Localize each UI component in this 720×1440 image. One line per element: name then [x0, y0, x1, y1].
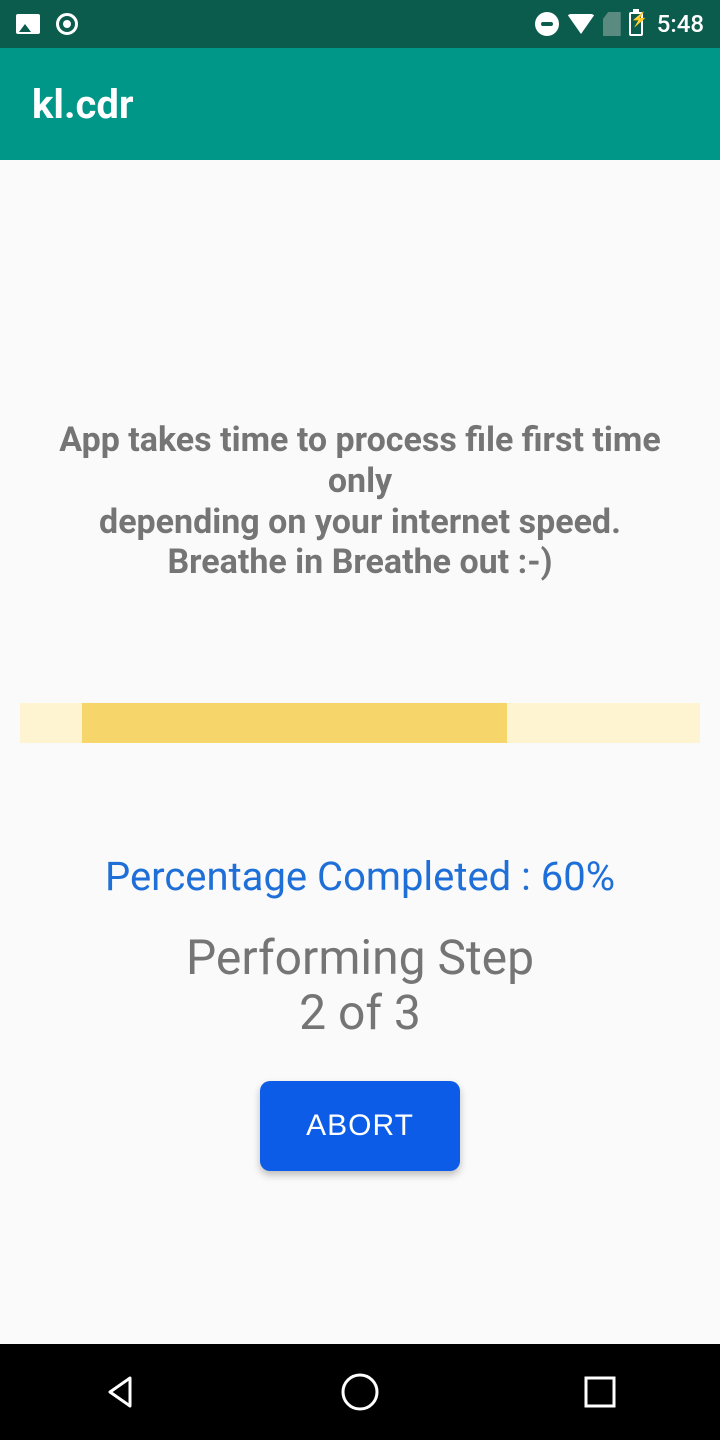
percentage-completed-label: Percentage Completed : 60%: [105, 853, 615, 900]
circle-icon: [56, 13, 78, 35]
battery-charging-icon: [629, 12, 643, 36]
step-line-1: Performing Step: [186, 930, 534, 985]
step-line-2: 2 of 3: [186, 985, 534, 1040]
status-right-icons: 5:48: [535, 10, 704, 38]
home-icon[interactable]: [338, 1370, 382, 1414]
progress-fill: [82, 703, 507, 743]
status-time: 5:48: [657, 10, 704, 38]
wifi-icon: [567, 14, 595, 34]
picture-icon: [16, 14, 40, 34]
no-sim-icon: [603, 12, 621, 36]
step-status: Performing Step 2 of 3: [186, 930, 534, 1040]
info-message: App takes time to process file first tim…: [20, 420, 700, 583]
navigation-bar: [0, 1344, 720, 1440]
app-title: kl.cdr: [32, 81, 134, 128]
main-content: App takes time to process file first tim…: [0, 160, 720, 1344]
do-not-disturb-icon: [535, 12, 559, 36]
status-left-icons: [16, 13, 78, 35]
recent-apps-icon[interactable]: [578, 1370, 622, 1414]
back-icon[interactable]: [98, 1370, 142, 1414]
app-bar: kl.cdr: [0, 48, 720, 160]
info-line-3: Breathe in Breathe out :-): [40, 542, 680, 583]
abort-button[interactable]: ABORT: [260, 1081, 460, 1171]
info-line-1: App takes time to process file first tim…: [40, 420, 680, 502]
info-line-2: depending on your internet speed.: [40, 502, 680, 543]
progress-bar: [20, 703, 700, 743]
status-bar: 5:48: [0, 0, 720, 48]
